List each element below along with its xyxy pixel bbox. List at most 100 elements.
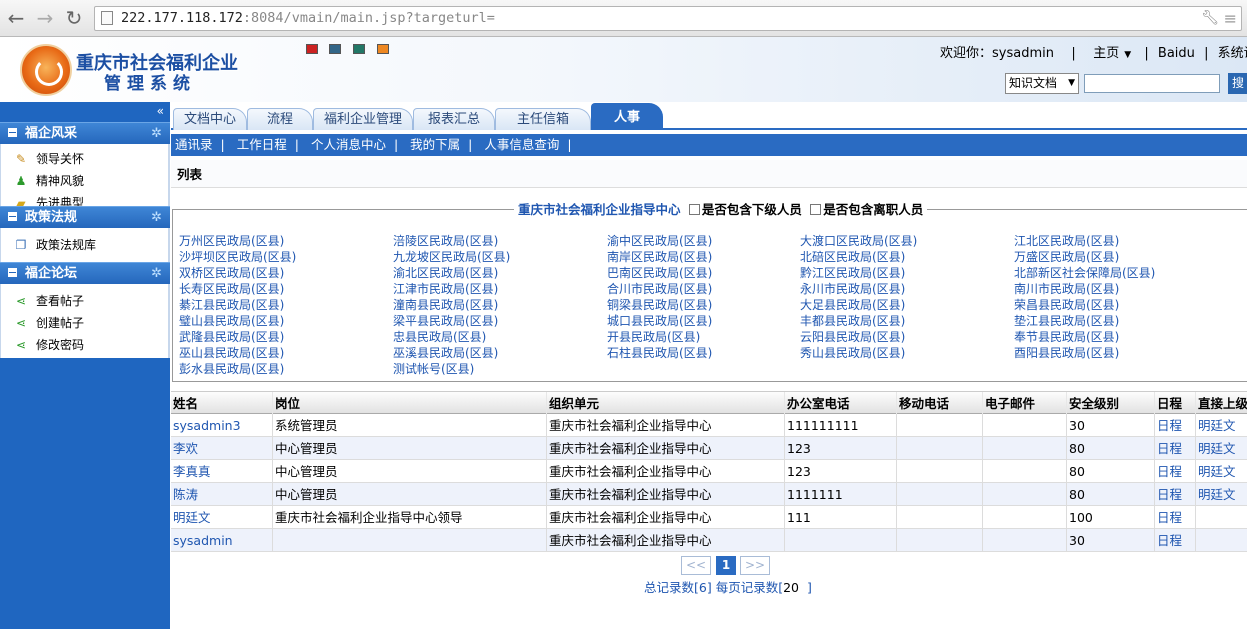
bureau-link[interactable]: 忠县民政局(区县) [393, 329, 486, 345]
per-page-value[interactable]: 20 [783, 580, 799, 595]
theme-swatch-red[interactable] [306, 44, 318, 54]
col-schedule-cell[interactable]: 日程 [1155, 460, 1196, 482]
include-left-checkbox[interactable] [810, 204, 822, 215]
bureau-link[interactable]: 永川市民政局(区县) [800, 281, 905, 297]
sidebar-item-leader-care[interactable]: ✎ 领导关怀 [1, 148, 168, 170]
bureau-link[interactable]: 测试帐号(区县) [393, 361, 474, 377]
header-col-mobile[interactable]: 移动电话 [897, 392, 983, 414]
collapse-sidebar-button[interactable]: « [0, 102, 170, 122]
next-page-button[interactable]: >> [740, 556, 770, 575]
tab-workflow[interactable]: 流程 [247, 108, 313, 130]
prev-page-button[interactable]: << [681, 556, 711, 575]
bureau-link[interactable]: 开县民政局(区县) [607, 329, 700, 345]
theme-swatch-blue[interactable] [329, 44, 341, 54]
subnav-subordinates[interactable]: 我的下属 [410, 137, 460, 152]
wrench-icon[interactable]: 🔧︎ [1201, 10, 1219, 26]
sidebar-item-policy-library[interactable]: ❐ 政策法规库 [1, 234, 168, 256]
col-schedule-cell[interactable]: 日程 [1155, 483, 1196, 505]
sidebar-section-forum[interactable]: 福企论坛 ✲ [0, 262, 170, 284]
bureau-link[interactable]: 渝中区民政局(区县) [607, 233, 712, 249]
theme-swatch-orange[interactable] [377, 44, 389, 54]
bureau-link[interactable]: 石柱县民政局(区县) [607, 345, 712, 361]
subnav-contacts[interactable]: 通讯录 [175, 137, 213, 152]
bureau-link[interactable]: 江北区民政局(区县) [1014, 233, 1119, 249]
header-col-org[interactable]: 组织单元 [547, 392, 785, 414]
bureau-link[interactable]: 双桥区民政局(区县) [179, 265, 284, 281]
bureau-link[interactable]: 涪陵区民政局(区县) [393, 233, 498, 249]
subnav-messages[interactable]: 个人消息中心 [311, 137, 386, 152]
page-1-button[interactable]: 1 [716, 556, 736, 575]
minus-icon[interactable] [8, 268, 17, 277]
chevron-down-icon[interactable]: ▼ [1124, 50, 1131, 60]
subnav-schedule[interactable]: 工作日程 [237, 137, 287, 152]
tab-welfare-enterprise[interactable]: 福利企业管理 [313, 108, 413, 130]
sidebar-section-fengcai[interactable]: 福企风采 ✲ [0, 122, 170, 144]
bureau-link[interactable]: 璧山县民政局(区县) [179, 313, 284, 329]
col-superior-cell[interactable] [1196, 506, 1247, 528]
col-superior-cell[interactable]: 明廷文 [1196, 483, 1247, 505]
tab-documents[interactable]: 文档中心 [173, 108, 247, 130]
header-col-position[interactable]: 岗位 [273, 392, 547, 414]
col-name-cell[interactable]: 明廷文 [171, 506, 273, 528]
col-schedule-cell[interactable]: 日程 [1155, 437, 1196, 459]
col-superior-cell[interactable]: 明廷文 [1196, 414, 1247, 436]
bureau-link[interactable]: 武隆县民政局(区县) [179, 329, 284, 345]
address-bar[interactable]: 222.177.118.172:8084/vmain/main.jsp?targ… [94, 6, 1242, 31]
tab-director-mailbox[interactable]: 主任信箱 [495, 108, 591, 130]
table-row[interactable]: sysadmin3 系统管理员 重庆市社会福利企业指导中心 111111111 30 日程… [171, 414, 1247, 437]
header-col-schedule[interactable]: 日程 [1155, 392, 1196, 414]
theme-swatch-teal[interactable] [353, 44, 365, 54]
bureau-link[interactable]: 渝北区民政局(区县) [393, 265, 498, 281]
bureau-link[interactable]: 云阳县民政局(区县) [800, 329, 905, 345]
bureau-link[interactable]: 大渡口区民政局(区县) [800, 233, 917, 249]
menu-icon[interactable]: ≡ [1224, 9, 1237, 28]
search-button[interactable]: 搜 [1228, 73, 1247, 94]
tab-hr[interactable]: 人事 [591, 103, 663, 130]
header-col-office-phone[interactable]: 办公室电话 [785, 392, 897, 414]
back-arrow-icon[interactable]: ← [4, 6, 28, 30]
bureau-link[interactable]: 綦江县民政局(区县) [179, 297, 284, 313]
bureau-link[interactable]: 酉阳县民政局(区县) [1014, 345, 1119, 361]
gear-icon[interactable]: ✲ [151, 123, 162, 145]
bureau-link[interactable]: 潼南县民政局(区县) [393, 297, 498, 313]
bureau-link[interactable]: 长寿区民政局(区县) [179, 281, 284, 297]
minus-icon[interactable] [8, 212, 17, 221]
table-row[interactable]: 李真真 中心管理员 重庆市社会福利企业指导中心 123 80 日程 明廷文 [171, 460, 1247, 483]
minus-icon[interactable] [8, 128, 17, 137]
col-name-cell[interactable]: 李欢 [171, 437, 273, 459]
search-input[interactable] [1084, 74, 1220, 93]
bureau-link[interactable]: 北部新区社会保障局(区县) [1014, 265, 1155, 281]
table-row[interactable]: sysadmin 重庆市社会福利企业指导中心 30 日程 [171, 529, 1247, 552]
bureau-link[interactable]: 丰都县民政局(区县) [800, 313, 905, 329]
header-col-email[interactable]: 电子邮件 [983, 392, 1067, 414]
sidebar-item-view-posts[interactable]: ⋖ 查看帖子 [1, 290, 168, 312]
header-col-security[interactable]: 安全级别 [1067, 392, 1155, 414]
bureau-link[interactable]: 梁平县民政局(区县) [393, 313, 498, 329]
baidu-link[interactable]: Baidu [1158, 46, 1195, 61]
bureau-link[interactable]: 九龙坡区民政局(区县) [393, 249, 510, 265]
bureau-link[interactable]: 沙坪坝区民政局(区县) [179, 249, 296, 265]
sidebar-section-policy[interactable]: 政策法规 ✲ [0, 206, 170, 228]
include-sub-checkbox[interactable] [688, 204, 700, 215]
col-name-cell[interactable]: sysadmin3 [171, 414, 273, 436]
home-link[interactable]: 主页 [1093, 46, 1119, 61]
bureau-link[interactable]: 荣昌县民政局(区县) [1014, 297, 1119, 313]
col-superior-cell[interactable]: 明廷文 [1196, 460, 1247, 482]
bureau-link[interactable]: 巫山县民政局(区县) [179, 345, 284, 361]
col-schedule-cell[interactable]: 日程 [1155, 414, 1196, 436]
table-row[interactable]: 李欢 中心管理员 重庆市社会福利企业指导中心 123 80 日程 明廷文 [171, 437, 1247, 460]
col-name-cell[interactable]: 陈涛 [171, 483, 273, 505]
tab-reports[interactable]: 报表汇总 [413, 108, 495, 130]
col-superior-cell[interactable]: 明廷文 [1196, 437, 1247, 459]
col-name-cell[interactable]: sysadmin [171, 529, 273, 551]
table-row[interactable]: 陈涛 中心管理员 重庆市社会福利企业指导中心 1111111 80 日程 明廷文 [171, 483, 1247, 506]
header-col-name[interactable]: 姓名 [171, 392, 273, 414]
table-row[interactable]: 明廷文 重庆市社会福利企业指导中心领导 重庆市社会福利企业指导中心 111 100 日程 [171, 506, 1247, 529]
gear-icon[interactable]: ✲ [151, 207, 162, 229]
bureau-link[interactable]: 秀山县民政局(区县) [800, 345, 905, 361]
header-col-superior[interactable]: 直接上级 [1196, 392, 1247, 414]
forward-arrow-icon[interactable]: → [33, 6, 57, 30]
bureau-link[interactable]: 巴南区民政局(区县) [607, 265, 712, 281]
settings-link[interactable]: 系统设置 [1218, 46, 1247, 61]
bureau-link[interactable]: 南川市民政局(区县) [1014, 281, 1119, 297]
